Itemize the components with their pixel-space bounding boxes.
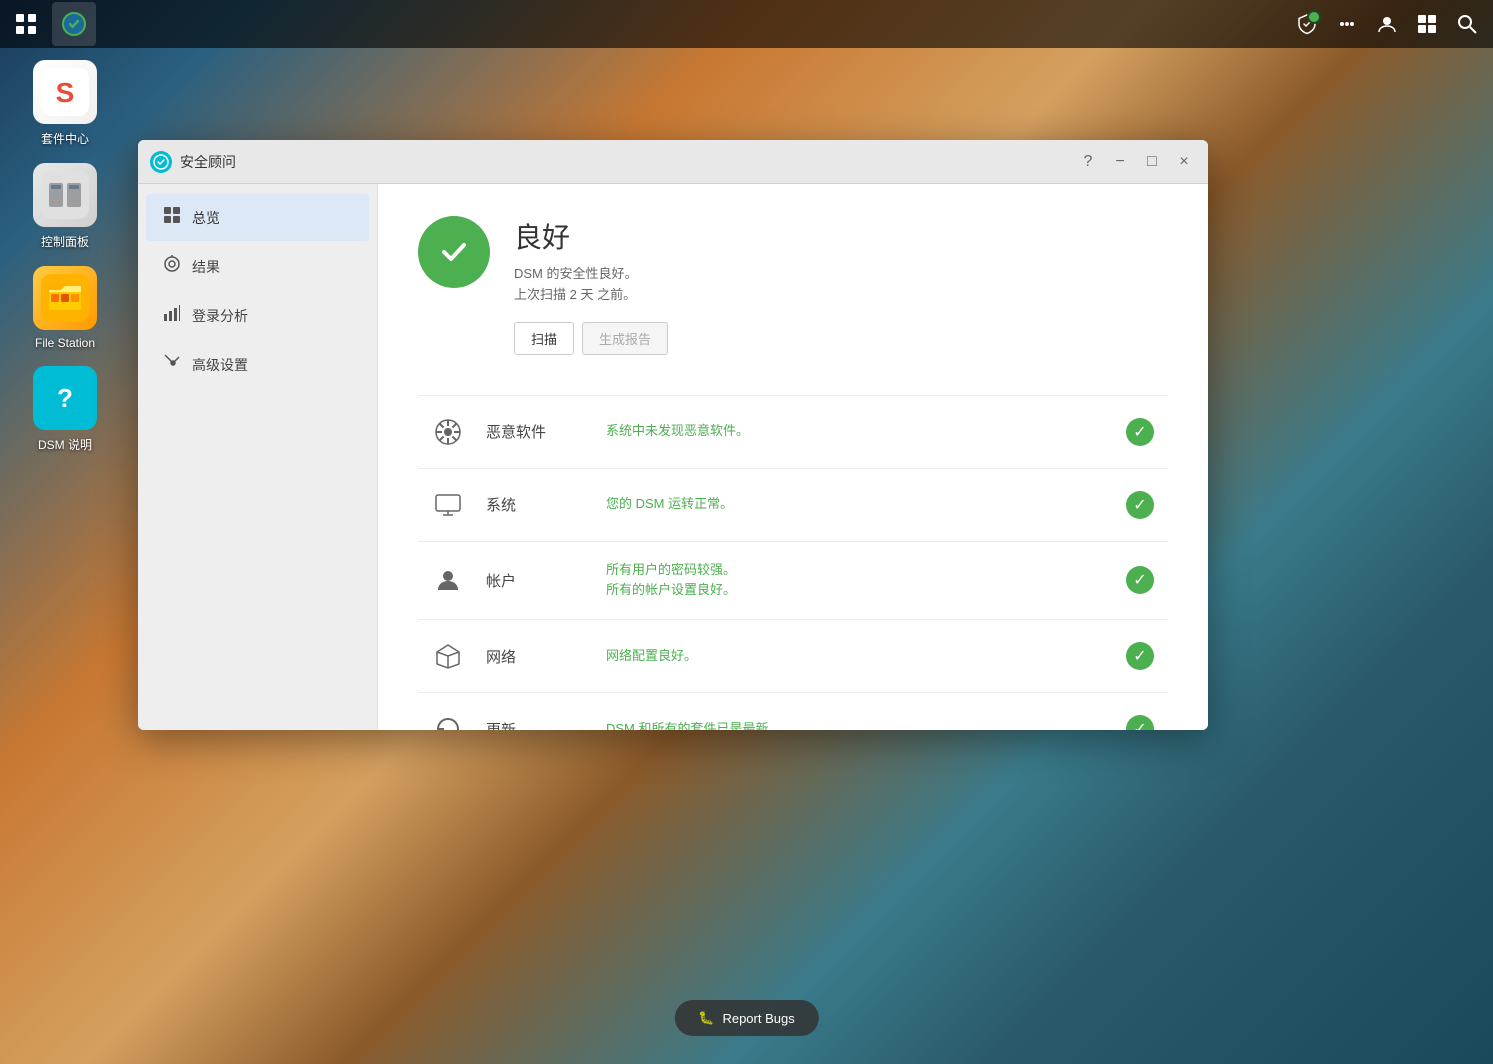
dialog-close-button[interactable]: × [1172, 150, 1196, 174]
svg-text:S: S [56, 77, 75, 108]
advanced-settings-icon [162, 353, 182, 376]
system-icon [430, 487, 466, 523]
status-header: 良好 DSM 的安全性良好。 上次扫描 2 天 之前。 扫描 生成报告 [418, 216, 1168, 355]
main-content: 良好 DSM 的安全性良好。 上次扫描 2 天 之前。 扫描 生成报告 [378, 184, 1208, 730]
dialog-minimize-button[interactable]: − [1108, 150, 1132, 174]
dsm-help-label: DSM 说明 [38, 436, 92, 453]
advanced-settings-label: 高级设置 [192, 355, 248, 375]
scan-button[interactable]: 扫描 [514, 322, 574, 355]
network-status: ✓ [1124, 640, 1156, 672]
status-buttons: 扫描 生成报告 [514, 322, 1168, 355]
dialog-maximize-button[interactable]: □ [1140, 150, 1164, 174]
updates-status: ✓ [1124, 713, 1156, 730]
desktop-icon-package-center[interactable]: S 套件中心 [20, 60, 110, 147]
report-bugs-button[interactable]: 🐛 Report Bugs [674, 1000, 818, 1036]
control-panel-icon [33, 163, 97, 227]
dsm-help-icon: ? [33, 366, 97, 430]
network-desc: 网络配置良好。 [606, 646, 1104, 667]
sidebar-item-overview[interactable]: 总览 [146, 194, 369, 241]
dialog-titlebar: 安全顾问 ? − □ × [138, 140, 1208, 184]
security-advisor-dialog: 安全顾问 ? − □ × 总览 [138, 140, 1208, 730]
malware-icon [430, 414, 466, 450]
apps-menu-icon[interactable] [4, 2, 48, 46]
dialog-help-button[interactable]: ? [1076, 150, 1100, 174]
user-account-icon[interactable] [1369, 6, 1405, 42]
results-label: 结果 [192, 257, 220, 277]
dialog-title: 安全顾问 [180, 152, 1068, 172]
sidebar-item-login-analysis[interactable]: 登录分析 [146, 292, 369, 339]
overview-icon [162, 206, 182, 229]
network-icon [430, 638, 466, 674]
dialog-body: 总览 结果 [138, 184, 1208, 730]
account-status: ✓ [1124, 564, 1156, 596]
overview-label: 总览 [192, 208, 220, 228]
dialog-controls: ? − □ × [1076, 150, 1196, 174]
generate-report-button[interactable]: 生成报告 [582, 322, 668, 355]
notifications-icon[interactable] [1329, 6, 1365, 42]
taskbar-right [1289, 6, 1493, 42]
sidebar-item-advanced-settings[interactable]: 高级设置 [146, 341, 369, 388]
security-item-malware[interactable]: 恶意软件 系统中未发现恶意软件。 ✓ [418, 395, 1168, 468]
account-icon [430, 562, 466, 598]
shield-notification-icon[interactable] [1289, 6, 1325, 42]
malware-desc: 系统中未发现恶意软件。 [606, 421, 1104, 442]
security-item-system[interactable]: 系统 您的 DSM 运转正常。 ✓ [418, 468, 1168, 541]
account-name: 帐户 [486, 570, 586, 591]
malware-status: ✓ [1124, 416, 1156, 448]
desktop-icon-control-panel[interactable]: 控制面板 [20, 163, 110, 250]
dialog-sidebar: 总览 结果 [138, 184, 378, 730]
malware-name: 恶意软件 [486, 421, 586, 442]
system-desc: 您的 DSM 运转正常。 [606, 494, 1104, 515]
login-analysis-icon [162, 304, 182, 327]
results-icon [162, 255, 182, 278]
package-center-icon: S [33, 60, 97, 124]
package-center-label: 套件中心 [41, 130, 89, 147]
system-name: 系统 [486, 494, 586, 515]
taskbar-left [0, 2, 96, 46]
security-item-account[interactable]: 帐户 所有用户的密码较强。 所有的帐户设置良好。 ✓ [418, 541, 1168, 620]
status-circle [418, 216, 490, 288]
svg-text:?: ? [57, 383, 73, 413]
updates-icon [430, 711, 466, 730]
status-desc-line1: DSM 的安全性良好。 [514, 266, 638, 281]
search-taskbar-icon[interactable] [1449, 6, 1485, 42]
security-item-updates[interactable]: 更新 DSM 和所有的套件已是最新。 ✓ [418, 692, 1168, 730]
system-status: ✓ [1124, 489, 1156, 521]
dialog-app-icon [150, 151, 172, 173]
file-station-icon [33, 266, 97, 330]
taskbar [0, 0, 1493, 48]
window-manager-icon[interactable] [1409, 6, 1445, 42]
network-name: 网络 [486, 646, 586, 667]
status-desc-line2: 上次扫描 2 天 之前。 [514, 287, 636, 302]
account-desc-line2: 所有的帐户设置良好。 [606, 582, 736, 597]
status-title: 良好 [514, 216, 1168, 256]
security-advisor-taskbar-icon[interactable] [52, 2, 96, 46]
control-panel-label: 控制面板 [41, 233, 89, 250]
status-info: 良好 DSM 的安全性良好。 上次扫描 2 天 之前。 扫描 生成报告 [514, 216, 1168, 355]
bug-icon: 🐛 [698, 1010, 714, 1026]
updates-desc: DSM 和所有的套件已是最新。 [606, 719, 1104, 730]
desktop-icon-dsm-help[interactable]: ? DSM 说明 [20, 366, 110, 453]
account-desc: 所有用户的密码较强。 所有的帐户设置良好。 [606, 560, 1104, 602]
file-station-label: File Station [35, 336, 95, 350]
login-analysis-label: 登录分析 [192, 306, 248, 326]
desktop-icons: S 套件中心 控制面板 [20, 60, 110, 453]
status-desc: DSM 的安全性良好。 上次扫描 2 天 之前。 [514, 264, 1168, 306]
security-items-list: 恶意软件 系统中未发现恶意软件。 ✓ 系统 [418, 395, 1168, 730]
sidebar-item-results[interactable]: 结果 [146, 243, 369, 290]
report-bugs-label: Report Bugs [722, 1011, 794, 1026]
updates-name: 更新 [486, 719, 586, 730]
desktop-icon-file-station[interactable]: File Station [20, 266, 110, 350]
account-desc-line1: 所有用户的密码较强。 [606, 562, 736, 577]
security-item-network[interactable]: 网络 网络配置良好。 ✓ [418, 619, 1168, 692]
